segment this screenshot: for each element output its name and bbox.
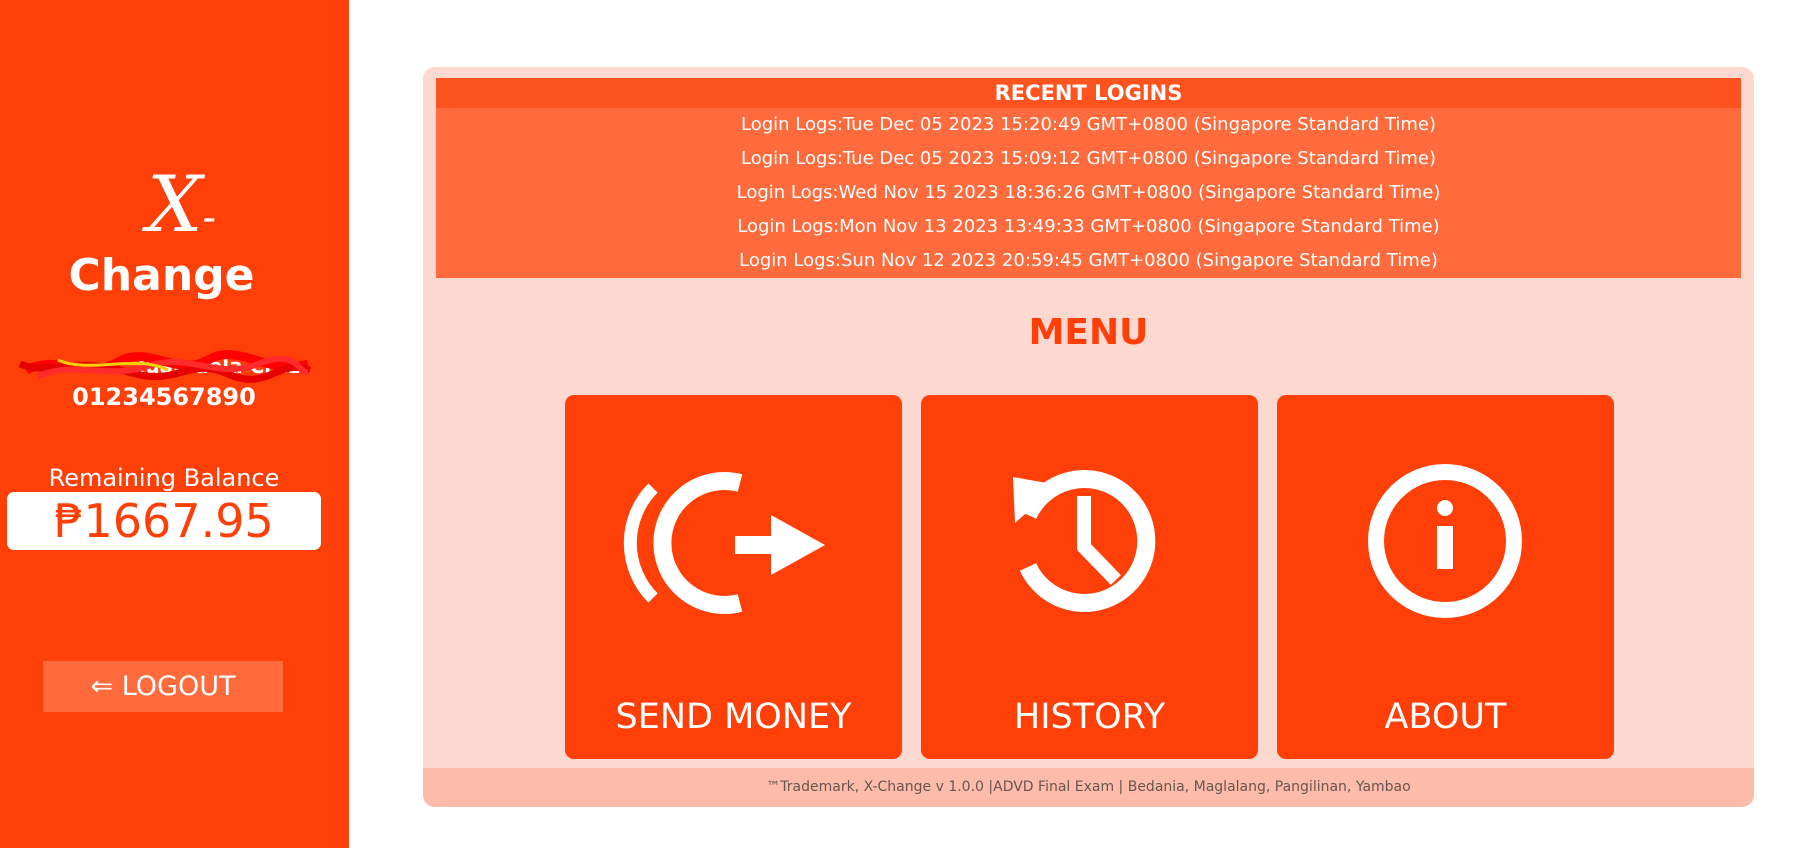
balance-value: ₱1667.95 — [7, 492, 321, 550]
user-name: Juan dela Cruz — [18, 350, 313, 383]
send-money-button[interactable]: SEND MONEY — [565, 395, 902, 759]
send-money-label: SEND MONEY — [615, 697, 852, 737]
logout-button[interactable]: ⇐ LOGOUT — [43, 661, 283, 712]
info-icon — [1368, 464, 1522, 618]
history-icon — [1013, 470, 1156, 612]
about-button[interactable]: ABOUT — [1277, 395, 1614, 759]
login-entry: Login Logs:Sun Nov 12 2023 20:59:45 GMT+… — [739, 250, 1438, 271]
app-logo: X- Change — [0, 165, 349, 300]
logo-mark: X- — [146, 160, 217, 250]
recent-logins-title: RECENT LOGINS — [436, 78, 1741, 108]
sidebar: X- Change Juan dela Cruz 01234567890 Rem… — [0, 0, 349, 848]
login-entry: Login Logs:Wed Nov 15 2023 18:36:26 GMT+… — [736, 182, 1441, 203]
redaction-scribble — [18, 350, 312, 383]
recent-logins: RECENT LOGINS Login Logs:Tue Dec 05 2023… — [436, 78, 1741, 278]
login-entry: Login Logs:Mon Nov 13 2023 13:49:33 GMT+… — [737, 216, 1440, 237]
user-number: 01234567890 — [72, 383, 256, 411]
footer: ™Trademark, X-Change v 1.0.0 |ADVD Final… — [423, 768, 1754, 807]
send-money-icon — [623, 472, 825, 614]
logo-wordmark: Change — [68, 250, 255, 301]
login-entry: Login Logs:Tue Dec 05 2023 15:09:12 GMT+… — [741, 148, 1436, 169]
main-panel: RECENT LOGINS Login Logs:Tue Dec 05 2023… — [423, 67, 1754, 807]
menu-title: MENU — [1028, 312, 1149, 353]
login-entry: Login Logs:Tue Dec 05 2023 15:20:49 GMT+… — [741, 114, 1436, 135]
history-button[interactable]: HISTORY — [921, 395, 1258, 759]
about-label: ABOUT — [1384, 697, 1507, 737]
balance-label: Remaining Balance — [48, 464, 280, 492]
history-label: HISTORY — [1013, 697, 1166, 737]
